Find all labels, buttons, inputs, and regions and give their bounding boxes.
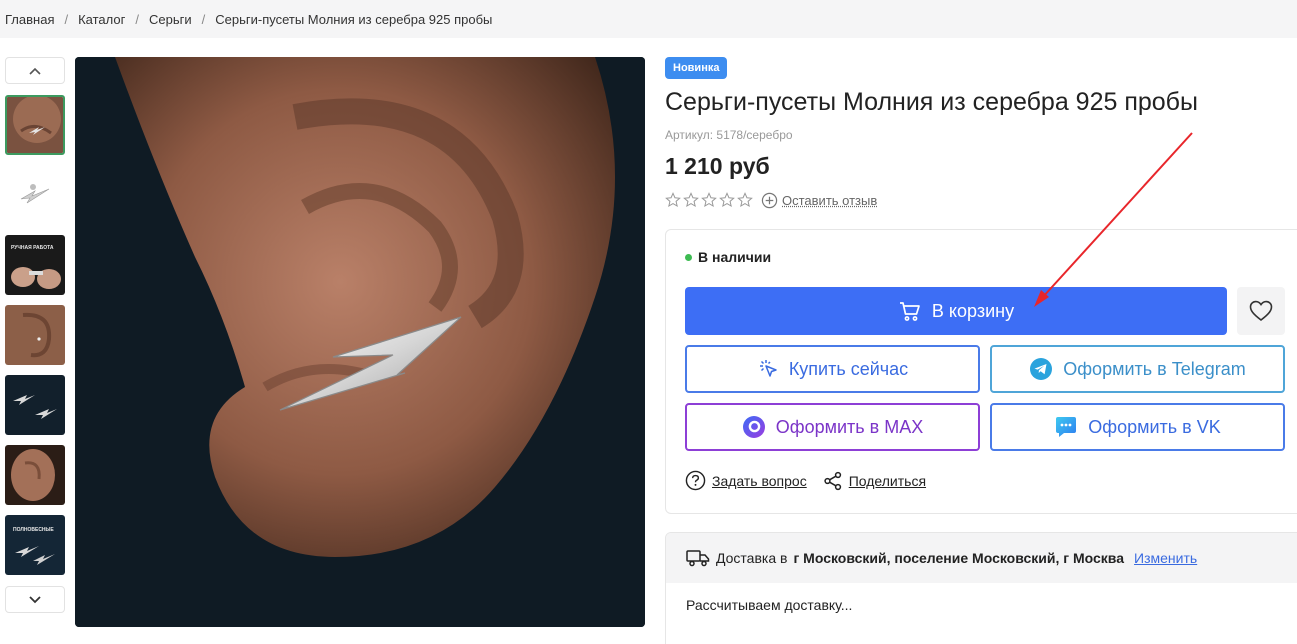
- new-badge: Новинка: [665, 57, 728, 79]
- add-circle-icon: [761, 192, 778, 208]
- delivery-prefix: Доставка в: [716, 550, 788, 566]
- breadcrumb-separator: /: [201, 11, 206, 27]
- telegram-icon: [1030, 358, 1053, 380]
- thumbnail-handmade[interactable]: РУЧНАЯ РАБОТА: [5, 235, 65, 295]
- ask-question-label: Задать вопрос: [712, 472, 807, 489]
- thumbnail-ear-closeup[interactable]: [5, 305, 65, 365]
- stock-dot: [685, 253, 692, 261]
- breadcrumb-current: Серьги-пусеты Молния из серебра 925 проб…: [215, 11, 493, 27]
- product-price: 1 210 руб: [665, 153, 770, 179]
- write-review-link[interactable]: Оставить отзыв: [761, 192, 877, 209]
- chevron-down-icon: [29, 595, 41, 603]
- change-location-link[interactable]: Изменить: [1134, 550, 1197, 566]
- ask-question-link[interactable]: Задать вопрос: [685, 470, 807, 491]
- stock-label: В наличии: [698, 249, 772, 265]
- max-order-button[interactable]: Оформить в MAX: [685, 403, 980, 451]
- telegram-order-button[interactable]: Оформить в Telegram: [990, 345, 1285, 393]
- thumbnail-ear-lightning[interactable]: [5, 95, 65, 155]
- buy-now-button[interactable]: Купить сейчас: [685, 345, 980, 393]
- delivery-status: Рассчитываем доставку...: [686, 597, 853, 613]
- breadcrumb-earrings[interactable]: Серьги: [149, 12, 192, 27]
- cursor-click-icon: [759, 360, 777, 377]
- thumbnail-caption: РУЧНАЯ РАБОТА: [11, 245, 54, 251]
- breadcrumb-separator: /: [64, 11, 69, 27]
- cart-icon: [899, 302, 920, 321]
- main-product-image[interactable]: [75, 57, 645, 627]
- buy-now-label: Купить сейчас: [788, 358, 909, 379]
- breadcrumb-catalog[interactable]: Каталог: [78, 12, 125, 27]
- share-link[interactable]: Поделиться: [823, 471, 926, 491]
- truck-icon: [686, 550, 710, 567]
- star-icon[interactable]: [737, 192, 753, 208]
- star-icon[interactable]: [701, 192, 717, 208]
- star-icon[interactable]: [665, 192, 681, 208]
- question-icon: [685, 470, 706, 491]
- heart-icon: [1249, 300, 1273, 322]
- max-messenger-icon: [742, 416, 765, 438]
- rating-row: Оставить отзыв: [665, 190, 877, 210]
- breadcrumb-home[interactable]: Главная: [5, 12, 54, 27]
- vk-order-button[interactable]: Оформить в VK: [990, 403, 1285, 451]
- thumbnail-pair-dark[interactable]: [5, 375, 65, 435]
- thumbnail-caption: ПОЛНОВЕСНЫЕ: [13, 527, 54, 533]
- add-to-cart-button[interactable]: В корзину: [685, 287, 1227, 335]
- chevron-up-icon: [29, 67, 41, 75]
- add-to-cart-label: В корзину: [931, 300, 1015, 321]
- thumbnail-earring-studio[interactable]: [5, 165, 65, 225]
- delivery-header: Доставка в г Московский, поселение Моско…: [666, 533, 1297, 583]
- breadcrumb: Главная / Каталог / Серьги / Серьги-пусе…: [0, 0, 1297, 38]
- vk-order-label: Оформить в VK: [1088, 416, 1221, 437]
- max-order-label: Оформить в MAX: [775, 416, 924, 437]
- breadcrumb-separator: /: [135, 11, 139, 27]
- stock-status: В наличии: [685, 249, 771, 265]
- wishlist-button[interactable]: [1237, 287, 1285, 335]
- thumbnail-model-profile[interactable]: [5, 445, 65, 505]
- thumbs-up-button[interactable]: [5, 57, 65, 84]
- delivery-card: Доставка в г Московский, поселение Моско…: [665, 532, 1297, 644]
- thumbs-down-button[interactable]: [5, 586, 65, 613]
- rating-stars: [665, 192, 753, 208]
- share-icon: [824, 471, 841, 490]
- delivery-location: г Московский, поселение Московский, г Мо…: [793, 550, 1125, 566]
- write-review-label: Оставить отзыв: [782, 192, 878, 208]
- star-icon[interactable]: [719, 192, 735, 208]
- thumbnail-full-weight[interactable]: ПОЛНОВЕСНЫЕ: [5, 515, 65, 575]
- vk-chat-icon: [1056, 417, 1077, 437]
- share-label: Поделиться: [848, 472, 927, 489]
- product-title: Серьги-пусеты Молния из серебра 925 проб…: [665, 88, 1198, 116]
- telegram-order-label: Оформить в Telegram: [1063, 358, 1246, 379]
- extra-actions: Задать вопрос Поделиться: [685, 470, 942, 491]
- product-article: Артикул: 5178/серебро: [665, 128, 793, 142]
- star-icon[interactable]: [683, 192, 699, 208]
